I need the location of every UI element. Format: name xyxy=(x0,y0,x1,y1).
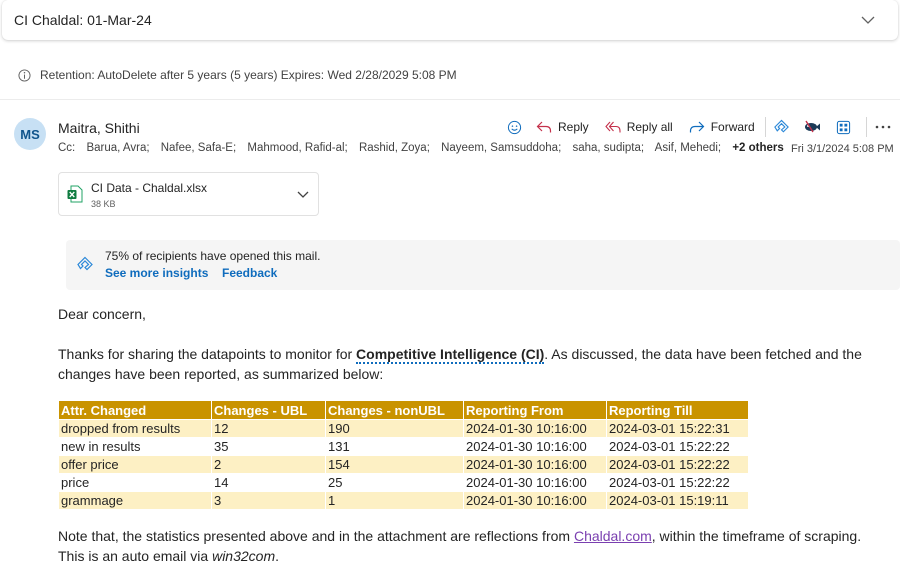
body-text: . xyxy=(275,548,279,564)
body-paragraph: Thanks for sharing the datapoints to mon… xyxy=(58,344,888,384)
table-cell: 131 xyxy=(325,437,464,456)
message-timestamp: Fri 3/1/2024 5:08 PM xyxy=(791,143,894,155)
table-cell: 2024-03-01 15:22:22 xyxy=(606,455,749,474)
see-more-insights-link[interactable]: See more insights xyxy=(105,266,208,280)
greeting: Dear concern, xyxy=(58,306,146,322)
table-cell: dropped from results xyxy=(58,419,212,438)
feedback-link[interactable]: Feedback xyxy=(222,266,277,280)
column-header: Reporting From xyxy=(463,400,607,420)
toolbar-divider xyxy=(764,117,766,137)
table-cell: 14 xyxy=(211,473,326,492)
reply-icon xyxy=(536,121,552,133)
table-cell: 2024-01-30 10:16:00 xyxy=(463,455,607,474)
table-cell: offer price xyxy=(58,455,212,474)
cc-recipient[interactable]: Barua, Avra; xyxy=(86,142,149,154)
column-header: Attr. Changed xyxy=(58,400,212,420)
column-header: Reporting Till xyxy=(606,400,749,420)
sender-name[interactable]: Maitra, Shithi xyxy=(58,120,140,136)
insights-banner: 75% of recipients have opened this mail.… xyxy=(66,240,900,290)
message-actions: Reply Reply all Forward xyxy=(504,117,893,137)
info-icon xyxy=(18,68,31,82)
cc-label: Cc: xyxy=(58,142,76,154)
column-header: Changes - nonUBL xyxy=(325,400,464,420)
table-cell: 2024-01-30 10:16:00 xyxy=(463,473,607,492)
attachment-name: CI Data - Chaldal.xlsx xyxy=(91,181,208,195)
cc-recipient[interactable]: Mahmood, Rafid-al; xyxy=(247,142,347,154)
body-text: Thanks for sharing the datapoints to mon… xyxy=(58,346,357,362)
cc-recipient[interactable]: Asif, Mehedi; xyxy=(655,142,721,154)
reply-all-button[interactable]: Reply all xyxy=(604,120,673,134)
attachment-card[interactable]: CI Data - Chaldal.xlsx 38 KB xyxy=(58,172,319,216)
body-text-italic: win32com xyxy=(212,548,276,564)
body-paragraph: Note that, the statistics presented abov… xyxy=(58,526,888,566)
retention-notice: Retention: AutoDelete after 5 years (5 y… xyxy=(18,67,457,83)
ci-summary-table: Attr. Changed Changes - UBL Changes - no… xyxy=(58,400,749,510)
table-cell: 1 xyxy=(325,491,464,510)
header-divider xyxy=(0,99,900,100)
viva-insights-icon[interactable] xyxy=(772,117,792,137)
table-row: dropped from results 12 190 2024-01-30 1… xyxy=(58,419,749,438)
more-options-icon[interactable] xyxy=(873,117,893,137)
body-text: Note that, the statistics presented abov… xyxy=(58,528,574,544)
cc-recipients: Cc: Barua, Avra; Nafee, Safa-E; Mahmood,… xyxy=(58,142,784,154)
table-cell: 35 xyxy=(211,437,326,456)
cc-recipient[interactable]: Rashid, Zoya; xyxy=(359,142,430,154)
phishing-report-icon[interactable] xyxy=(802,117,822,137)
reply-button[interactable]: Reply xyxy=(536,120,589,134)
ci-term[interactable]: Competitive Intelligence (CI) xyxy=(356,346,545,364)
forward-icon xyxy=(689,121,705,133)
insights-text: 75% of recipients have opened this mail. xyxy=(105,249,321,263)
table-cell: 2024-01-30 10:16:00 xyxy=(463,491,607,510)
subject-bar: CI Chaldal: 01-Mar-24 xyxy=(2,0,898,40)
reply-all-icon xyxy=(604,121,621,133)
table-cell: 2024-03-01 15:22:22 xyxy=(606,437,749,456)
cc-recipient[interactable]: Nafee, Safa-E; xyxy=(161,142,236,154)
table-cell: grammage xyxy=(58,491,212,510)
table-row: new in results 35 131 2024-01-30 10:16:0… xyxy=(58,437,749,456)
table-cell: 12 xyxy=(211,419,326,438)
forward-button[interactable]: Forward xyxy=(689,120,755,134)
retention-text: Retention: AutoDelete after 5 years (5 y… xyxy=(40,68,457,82)
table-row: grammage 3 1 2024-01-30 10:16:00 2024-03… xyxy=(58,491,749,510)
chevron-down-icon[interactable] xyxy=(296,187,310,201)
cc-recipient[interactable]: saha, sudipta; xyxy=(572,142,644,154)
table-cell: new in results xyxy=(58,437,212,456)
table-cell: 2024-03-01 15:22:31 xyxy=(606,419,749,438)
cc-recipient[interactable]: Nayeem, Samsuddoha; xyxy=(441,142,561,154)
chaldal-link[interactable]: Chaldal.com xyxy=(574,528,652,544)
chevron-down-icon[interactable] xyxy=(860,12,876,28)
table-cell: 2 xyxy=(211,455,326,474)
cc-more-button[interactable]: +2 others xyxy=(732,142,783,154)
table-cell: 25 xyxy=(325,473,464,492)
table-cell: 3 xyxy=(211,491,326,510)
column-header: Changes - UBL xyxy=(211,400,326,420)
table-cell: price xyxy=(58,473,212,492)
viva-insights-icon xyxy=(77,256,93,271)
table-cell: 154 xyxy=(325,455,464,474)
table-cell: 190 xyxy=(325,419,464,438)
table-row: price 14 25 2024-01-30 10:16:00 2024-03-… xyxy=(58,473,749,492)
table-header-row: Attr. Changed Changes - UBL Changes - no… xyxy=(58,400,749,420)
attachment-size: 38 KB xyxy=(91,199,116,209)
toolbar-divider-2 xyxy=(865,117,867,137)
forward-label: Forward xyxy=(710,120,755,134)
reply-label: Reply xyxy=(558,120,589,134)
table-row: offer price 2 154 2024-01-30 10:16:00 20… xyxy=(58,455,749,474)
emoji-reaction-icon[interactable] xyxy=(504,117,524,137)
apps-grid-icon[interactable] xyxy=(834,117,854,137)
table-cell: 2024-01-30 10:16:00 xyxy=(463,437,607,456)
table-cell: 2024-03-01 15:22:22 xyxy=(606,473,749,492)
avatar[interactable]: MS xyxy=(14,118,46,150)
table-cell: 2024-03-01 15:19:11 xyxy=(606,491,749,510)
excel-file-icon xyxy=(67,185,83,203)
table-cell: 2024-01-30 10:16:00 xyxy=(463,419,607,438)
email-subject: CI Chaldal: 01-Mar-24 xyxy=(14,12,152,28)
reply-all-label: Reply all xyxy=(626,120,673,134)
